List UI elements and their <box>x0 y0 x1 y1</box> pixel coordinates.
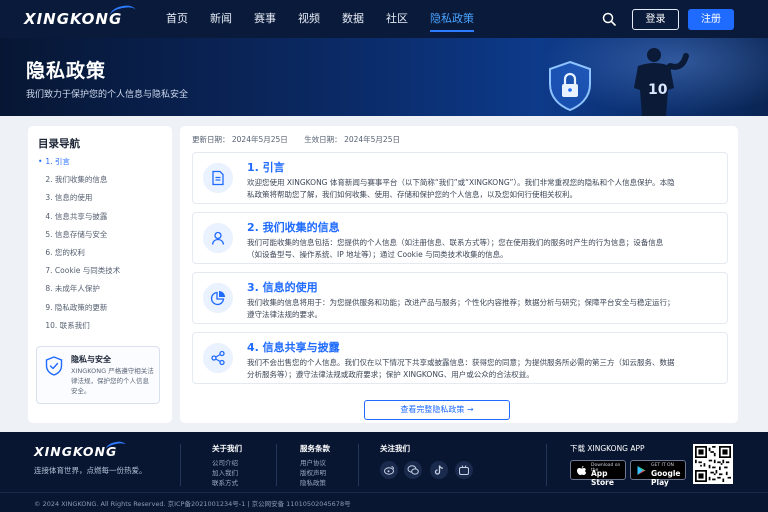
toc-item[interactable]: • 1. 引言 <box>38 156 120 174</box>
hero-banner: 隐私政策 我们致力于保护您的个人信息与隐私安全 10 <box>0 38 768 116</box>
toc-item[interactable]: 5. 信息存储与安全 <box>38 229 120 247</box>
weibo-icon[interactable] <box>380 461 398 479</box>
toc-item[interactable]: 8. 未成年人保护 <box>38 283 120 301</box>
section-sharing: 4. 信息共享与披露 我们不会出售您的个人信息。我们仅在以下情况下共享或披露信息… <box>192 332 728 384</box>
footer-divider <box>546 444 547 486</box>
toc-item[interactable]: 4. 信息共享与披露 <box>38 211 120 229</box>
main-nav: 首页 新闻 赛事 视频 数据 社区 隐私政策 <box>166 0 496 38</box>
policy-dates: 更新日期： 2024年5月25日 生效日期： 2024年5月25日 <box>192 134 414 145</box>
shield-lock-icon <box>549 60 591 112</box>
footer-link[interactable]: 隐私政策 <box>300 477 326 487</box>
footer-link[interactable]: 公司介绍 <box>212 457 238 467</box>
nav-privacy[interactable]: 隐私政策 <box>430 0 474 38</box>
privacy-security-card: 隐私与安全 XINGKONG 严格遵守相关法律法规，保护您的个人信息安全。 <box>36 346 160 404</box>
section-info-usage: 3. 信息的使用 我们收集的信息将用于：为您提供服务和功能；改进产品与服务；个性… <box>192 272 728 324</box>
effective-date: 生效日期： 2024年5月25日 <box>304 135 400 144</box>
document-icon <box>212 170 224 186</box>
updated-date: 更新日期： 2024年5月25日 <box>192 135 288 144</box>
logo-swoosh <box>108 3 138 23</box>
section-icon-badge <box>203 343 233 373</box>
footer-logo-swoosh <box>105 440 127 454</box>
pie-chart-icon <box>210 291 225 306</box>
site-footer: XINGKONG 连接体育世界，点燃每一份热爱。 关于我们 公司介绍 加入我们 … <box>0 432 768 512</box>
section-text: 我们收集的信息将用于：为您提供服务和功能；改进产品与服务；个性化内容推荐；数据分… <box>247 298 675 319</box>
privacy-card-text: XINGKONG 严格遵守相关法律法规，保护您的个人信息安全。 <box>71 367 154 395</box>
footer-link[interactable]: 版权声明 <box>300 467 326 477</box>
view-full-policy-button[interactable]: 查看完整隐私政策 → <box>364 400 510 420</box>
nav-news[interactable]: 新闻 <box>210 0 232 38</box>
footer-link[interactable]: 用户协议 <box>300 457 326 467</box>
section-text: 我们可能收集的信息包括：您提供的个人信息（如注册信息、联系方式等）；您在使用我们… <box>247 238 664 259</box>
toc-item[interactable]: 10. 联系我们 <box>38 320 120 338</box>
footer-divider <box>276 444 277 486</box>
toc-item[interactable]: 2. 我们收集的信息 <box>38 174 120 192</box>
footer-follow-title: 关注我们 <box>380 444 410 453</box>
page-title: 隐私政策 <box>26 60 107 82</box>
app-store-button[interactable]: Download on the App Store <box>570 460 626 487</box>
site-logo[interactable]: XINGKONG <box>24 10 122 28</box>
section-collected-info: 2. 我们收集的信息 我们可能收集的信息包括：您提供的个人信息（如注册信息、联系… <box>192 212 728 264</box>
section-title: 1. 引言 <box>247 161 285 174</box>
nav-home[interactable]: 首页 <box>166 0 188 38</box>
section-title: 3. 信息的使用 <box>247 281 318 294</box>
section-icon-badge <box>203 283 233 313</box>
search-icon[interactable] <box>602 12 616 26</box>
apple-icon <box>577 466 587 475</box>
footer-logo[interactable]: XINGKONG <box>34 444 117 459</box>
nav-video[interactable]: 视频 <box>298 0 320 38</box>
user-icon <box>211 231 225 245</box>
policy-content: 更新日期： 2024年5月25日 生效日期： 2024年5月25日 1. 引言 … <box>180 126 738 423</box>
toc-list: • 1. 引言 2. 我们收集的信息 3. 信息的使用 4. 信息共享与披露 5… <box>38 156 120 338</box>
google-play-button[interactable]: GET IT ON Google Play <box>630 460 686 487</box>
bilibili-icon[interactable] <box>455 461 473 479</box>
toc-item[interactable]: 9. 隐私政策的更新 <box>38 302 120 320</box>
section-text: 我们不会出售您的个人信息。我们仅在以下情况下共享或披露信息：获得您的同意；为提供… <box>247 358 675 379</box>
footer-divider <box>358 444 359 486</box>
footer-slogan: 连接体育世界，点燃每一份热爱。 <box>34 466 147 475</box>
footer-link[interactable]: 联系方式 <box>212 477 238 487</box>
footer-separator <box>0 492 768 493</box>
login-button[interactable]: 登录 <box>632 9 679 30</box>
section-icon-badge <box>203 163 233 193</box>
section-icon-badge <box>203 223 233 253</box>
footer-about-title: 关于我们 <box>212 444 242 453</box>
app-download-title: 下载 XINGKONG APP <box>570 444 645 453</box>
page-subtitle: 我们致力于保护您的个人信息与隐私安全 <box>26 90 189 100</box>
shield-check-icon <box>45 356 63 376</box>
app-qr-code <box>693 444 733 484</box>
nav-data[interactable]: 数据 <box>342 0 364 38</box>
toc-item[interactable]: 7. Cookie 与同类技术 <box>38 265 120 283</box>
top-navbar: XINGKONG 首页 新闻 赛事 视频 数据 社区 隐私政策 登录 注册 <box>0 0 768 38</box>
toc-title: 目录导航 <box>38 138 80 150</box>
wechat-icon[interactable] <box>404 461 422 479</box>
google-play-icon <box>637 466 646 475</box>
player-number: 10 <box>648 82 668 98</box>
toc-sidebar: 目录导航 • 1. 引言 2. 我们收集的信息 3. 信息的使用 4. 信息共享… <box>28 126 172 423</box>
section-introduction: 1. 引言 欢迎您使用 XINGKONG 体育新闻与赛事平台（以下简称“我们”或… <box>192 152 728 204</box>
share-icon <box>211 350 225 366</box>
arrow-right-icon: → <box>466 405 474 414</box>
copyright-text: © 2024 XINGKONG. All Rights Reserved. 京I… <box>34 500 351 508</box>
nav-community[interactable]: 社区 <box>386 0 408 38</box>
douyin-icon[interactable] <box>430 461 448 479</box>
register-button[interactable]: 注册 <box>688 9 734 30</box>
section-title: 4. 信息共享与披露 <box>247 341 340 354</box>
footer-service-title: 服务条款 <box>300 444 330 453</box>
section-title: 2. 我们收集的信息 <box>247 221 340 234</box>
footer-link[interactable]: 加入我们 <box>212 467 238 477</box>
nav-events[interactable]: 赛事 <box>254 0 276 38</box>
privacy-card-title: 隐私与安全 <box>71 355 111 364</box>
footer-divider <box>180 444 181 486</box>
toc-item[interactable]: 6. 您的权利 <box>38 247 120 265</box>
toc-item[interactable]: 3. 信息的使用 <box>38 192 120 210</box>
section-text: 欢迎您使用 XINGKONG 体育新闻与赛事平台（以下简称“我们”或“XINGK… <box>247 178 675 199</box>
player-silhouette: 10 <box>634 48 689 116</box>
